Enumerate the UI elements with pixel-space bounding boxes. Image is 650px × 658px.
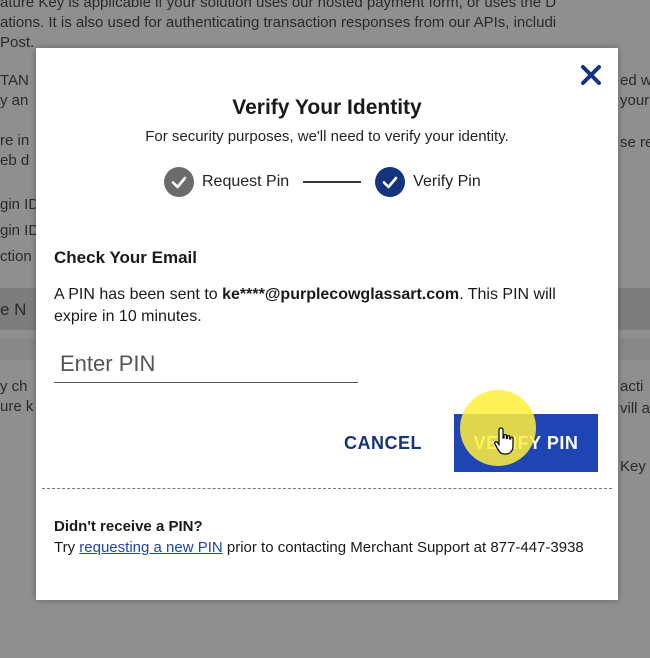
background-text: your xyxy=(620,92,650,109)
close-button[interactable] xyxy=(578,62,604,88)
background-text: y ch xyxy=(0,378,28,395)
step-verify-pin-check-icon xyxy=(375,167,406,197)
background-text: se re xyxy=(620,134,650,151)
background-text: ature Key is applicable if your solution… xyxy=(0,0,557,11)
background-text: ed w xyxy=(620,72,650,89)
background-text: Key xyxy=(620,458,646,475)
request-new-pin-link[interactable]: requesting a new PIN xyxy=(79,539,222,556)
step-connector xyxy=(303,181,362,183)
verify-pin-button[interactable]: VERIFY PIN xyxy=(454,414,598,472)
message-prefix: A PIN has been sent to xyxy=(54,286,223,303)
background-text: gin ID xyxy=(0,222,36,239)
footer-prefix: Try xyxy=(54,539,80,556)
cancel-button[interactable]: CANCEL xyxy=(324,418,442,468)
masked-email: ke****@purplecowglassart.com xyxy=(222,286,460,303)
background-text: vill a xyxy=(620,400,650,417)
footer-text: Try requesting a new PIN prior to contac… xyxy=(54,538,594,558)
step-request-pin-check-icon xyxy=(164,167,194,197)
section-title: Check Your Email xyxy=(54,248,197,267)
background-text: TAN xyxy=(0,72,29,89)
verify-identity-dialog: Verify Your Identity For security purpos… xyxy=(36,48,618,600)
background-text: eb d xyxy=(0,152,30,169)
dialog-title: Verify Your Identity xyxy=(232,96,422,119)
dashed-divider xyxy=(42,488,612,489)
background-text: ction xyxy=(0,248,32,265)
footer-suffix: prior to contacting Merchant Support at … xyxy=(222,539,584,556)
background-text: y an xyxy=(0,92,29,109)
dialog-subtitle: For security purposes, we'll need to ver… xyxy=(145,128,509,145)
background-text: re in xyxy=(0,132,30,149)
background-text: ations. It is also used for authenticati… xyxy=(0,14,557,31)
footer-title: Didn't receive a PIN? xyxy=(54,518,203,535)
background-text: e N xyxy=(0,300,27,319)
step-indicator: Request Pin Verify Pin xyxy=(164,166,481,198)
step-verify-pin-label: Verify Pin xyxy=(413,173,481,190)
background-text: gin ID xyxy=(0,196,36,213)
step-request-pin-label: Request Pin xyxy=(202,173,290,190)
pin-input[interactable] xyxy=(54,346,358,383)
background-text: ure k xyxy=(0,398,34,415)
close-icon xyxy=(581,65,601,85)
pin-sent-message: A PIN has been sent to ke****@purplecowg… xyxy=(54,284,594,328)
background-text: acti xyxy=(620,378,644,395)
